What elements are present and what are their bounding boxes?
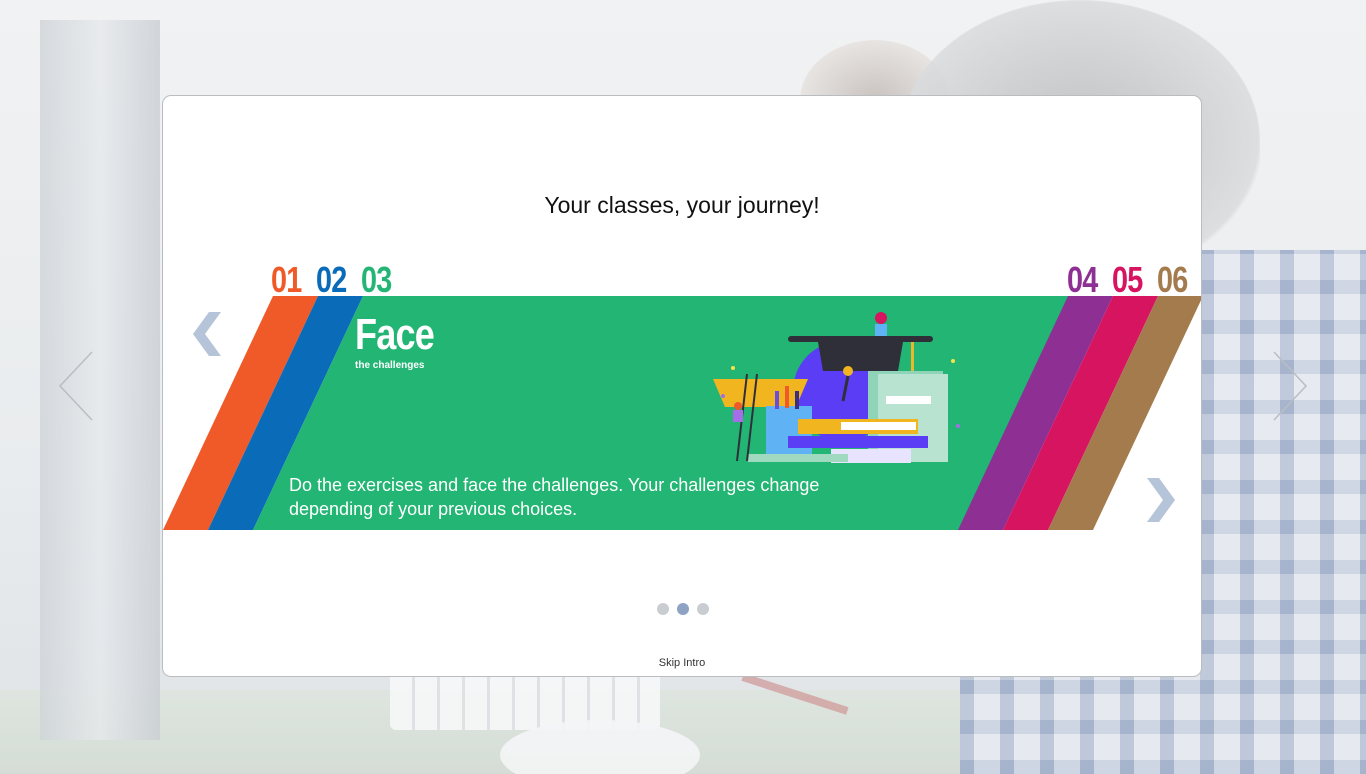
step-number-04: 04 — [1067, 259, 1098, 300]
outer-next-arrow-icon[interactable] — [1270, 350, 1310, 422]
pagination-dot-3[interactable] — [697, 603, 709, 615]
skip-intro-link[interactable]: Skip Intro — [163, 657, 1201, 669]
step-number-01: 01 — [271, 259, 302, 300]
step-number-03: 03 — [361, 259, 392, 300]
chevron-right-icon[interactable] — [1145, 476, 1179, 528]
dialog-title: Your classes, your journey! — [544, 192, 820, 218]
chevron-left-icon[interactable] — [189, 310, 223, 362]
intro-dialog: Your classes, your journey! 01 02 03 04 … — [162, 95, 1202, 677]
slide-subheading: the challenges — [355, 360, 425, 371]
step-number-06: 06 — [1157, 259, 1188, 300]
pagination-dot-2[interactable] — [677, 603, 689, 615]
pagination-dots — [657, 603, 709, 615]
step-number-02: 02 — [316, 259, 347, 300]
slide-description: Do the exercises and face the challenges… — [289, 475, 820, 519]
pagination-dot-1[interactable] — [657, 603, 669, 615]
outer-prev-arrow-icon[interactable] — [56, 350, 96, 422]
step-number-05: 05 — [1112, 259, 1143, 300]
slide-heading: Face — [355, 310, 435, 359]
